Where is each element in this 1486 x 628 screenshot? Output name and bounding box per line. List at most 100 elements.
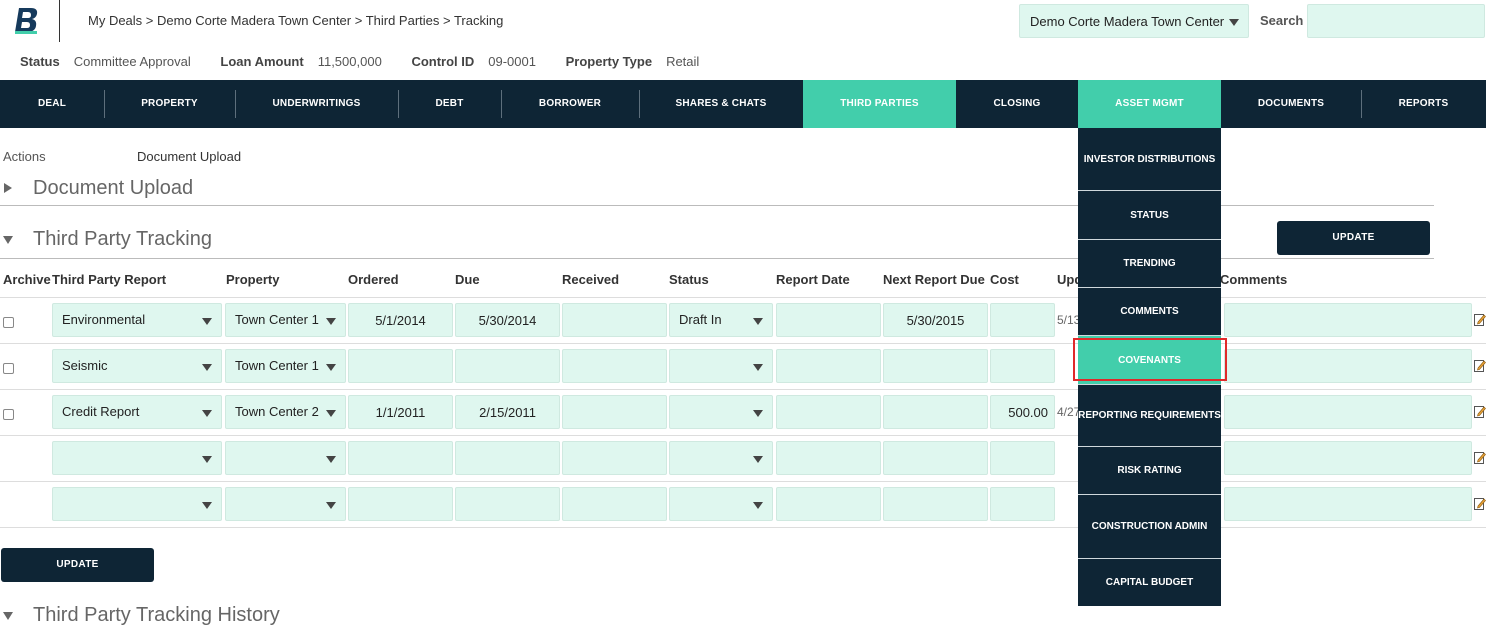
caret-down-icon[interactable] bbox=[3, 612, 13, 620]
update-button-bottom[interactable]: UPDATE bbox=[1, 548, 154, 582]
edit-icon[interactable] bbox=[1474, 359, 1486, 372]
report-select[interactable]: Environmental bbox=[52, 303, 222, 337]
edit-icon[interactable] bbox=[1474, 405, 1486, 418]
nav-property[interactable]: PROPERTY bbox=[104, 80, 235, 128]
ordered-field[interactable] bbox=[348, 487, 453, 521]
property-select[interactable] bbox=[225, 487, 346, 521]
update-button-top[interactable]: UPDATE bbox=[1277, 221, 1430, 255]
nav-closing[interactable]: CLOSING bbox=[956, 80, 1078, 128]
report-select[interactable] bbox=[52, 487, 222, 521]
due-field[interactable] bbox=[455, 487, 560, 521]
report-date-field[interactable] bbox=[776, 441, 881, 475]
chevron-down-icon bbox=[326, 502, 336, 509]
due-field[interactable]: 2/15/2011 bbox=[455, 395, 560, 429]
next-report-due-field[interactable] bbox=[883, 349, 988, 383]
received-field[interactable] bbox=[562, 487, 667, 521]
edit-icon[interactable] bbox=[1474, 497, 1486, 510]
received-field[interactable] bbox=[562, 349, 667, 383]
edit-icon[interactable] bbox=[1474, 451, 1486, 464]
chevron-down-icon bbox=[202, 318, 212, 325]
search-label: Search bbox=[1260, 13, 1304, 28]
received-field[interactable] bbox=[562, 441, 667, 475]
col-status: Status bbox=[669, 272, 709, 287]
cost-field[interactable] bbox=[990, 441, 1055, 475]
nav-underwritings[interactable]: UNDERWRITINGS bbox=[235, 80, 398, 128]
comments-field[interactable] bbox=[1224, 487, 1472, 521]
status-select[interactable] bbox=[669, 395, 773, 429]
nav-borrower[interactable]: BORROWER bbox=[501, 80, 639, 128]
section-document-upload[interactable]: Document Upload bbox=[33, 177, 193, 200]
section-third-party-tracking-history[interactable]: Third Party Tracking History bbox=[33, 604, 280, 627]
status-select[interactable] bbox=[669, 441, 773, 475]
menu-item-status[interactable]: STATUS bbox=[1078, 191, 1221, 240]
search-input[interactable] bbox=[1307, 4, 1485, 38]
caret-down-icon[interactable] bbox=[3, 236, 13, 244]
section-third-party-tracking[interactable]: Third Party Tracking bbox=[33, 228, 212, 251]
breadcrumb[interactable]: My Deals > Demo Corte Madera Town Center… bbox=[88, 13, 503, 28]
caret-right-icon[interactable] bbox=[4, 183, 12, 193]
comments-field[interactable] bbox=[1224, 441, 1472, 475]
received-field[interactable] bbox=[562, 303, 667, 337]
received-field[interactable] bbox=[562, 395, 667, 429]
comments-field[interactable] bbox=[1224, 303, 1472, 337]
ordered-field[interactable] bbox=[348, 349, 453, 383]
next-report-due-field[interactable]: 5/30/2015 bbox=[883, 303, 988, 337]
menu-item-capital-budget[interactable]: CAPITAL BUDGET bbox=[1078, 559, 1221, 606]
cost-field[interactable] bbox=[990, 349, 1055, 383]
report-select[interactable]: Seismic bbox=[52, 349, 222, 383]
nav-debt[interactable]: DEBT bbox=[398, 80, 501, 128]
brand-logo[interactable] bbox=[14, 6, 40, 34]
property-select[interactable]: Town Center 2 bbox=[225, 395, 346, 429]
menu-item-investor-distributions[interactable]: INVESTOR DISTRIBUTIONS bbox=[1078, 128, 1221, 191]
report-select[interactable]: Credit Report bbox=[52, 395, 222, 429]
due-field[interactable] bbox=[455, 349, 560, 383]
report-select[interactable] bbox=[52, 441, 222, 475]
nav-documents[interactable]: DOCUMENTS bbox=[1221, 80, 1361, 128]
report-date-field[interactable] bbox=[776, 395, 881, 429]
status-select[interactable] bbox=[669, 487, 773, 521]
next-report-due-field[interactable] bbox=[883, 487, 988, 521]
property-select[interactable]: Town Center 1 bbox=[225, 303, 346, 337]
edit-icon[interactable] bbox=[1474, 313, 1486, 326]
comments-field[interactable] bbox=[1224, 349, 1472, 383]
status-select[interactable] bbox=[669, 349, 773, 383]
report-value: Environmental bbox=[62, 312, 146, 327]
actions-document-upload[interactable]: Document Upload bbox=[137, 149, 241, 164]
menu-item-comments[interactable]: COMMENTS bbox=[1078, 288, 1221, 336]
nav-shares-chats[interactable]: SHARES & CHATS bbox=[639, 80, 803, 128]
report-date-field[interactable] bbox=[776, 487, 881, 521]
cost-field[interactable]: 500.00 bbox=[990, 395, 1055, 429]
nav-asset-mgmt[interactable]: ASSET MGMT bbox=[1078, 80, 1221, 128]
header-divider bbox=[59, 0, 60, 42]
due-field[interactable] bbox=[455, 441, 560, 475]
next-report-due-field[interactable] bbox=[883, 441, 988, 475]
menu-item-construction-admin[interactable]: CONSTRUCTION ADMIN bbox=[1078, 495, 1221, 559]
ordered-field[interactable]: 5/1/2014 bbox=[348, 303, 453, 337]
menu-item-trending[interactable]: TRENDING bbox=[1078, 240, 1221, 288]
ordered-field[interactable]: 1/1/2011 bbox=[348, 395, 453, 429]
status-value: Draft In bbox=[679, 312, 722, 327]
menu-item-reporting-requirements[interactable]: REPORTING REQUIREMENTS bbox=[1078, 385, 1221, 447]
covenants-highlight-box bbox=[1073, 338, 1227, 381]
archive-checkbox[interactable] bbox=[3, 409, 14, 420]
status-select[interactable]: Draft In bbox=[669, 303, 773, 337]
due-field[interactable]: 5/30/2014 bbox=[455, 303, 560, 337]
archive-checkbox[interactable] bbox=[3, 317, 14, 328]
nav-third-parties[interactable]: THIRD PARTIES bbox=[803, 80, 956, 128]
property-select[interactable]: Town Center 1 bbox=[225, 349, 346, 383]
loan-amount-label: Loan Amount bbox=[220, 54, 304, 69]
report-date-field[interactable] bbox=[776, 303, 881, 337]
nav-deal[interactable]: DEAL bbox=[0, 80, 104, 128]
ordered-field[interactable] bbox=[348, 441, 453, 475]
cost-field[interactable] bbox=[990, 487, 1055, 521]
row-divider bbox=[0, 343, 1486, 344]
archive-checkbox[interactable] bbox=[3, 363, 14, 374]
property-select[interactable] bbox=[225, 441, 346, 475]
menu-item-risk-rating[interactable]: RISK RATING bbox=[1078, 447, 1221, 495]
next-report-due-field[interactable] bbox=[883, 395, 988, 429]
report-date-field[interactable] bbox=[776, 349, 881, 383]
cost-field[interactable] bbox=[990, 303, 1055, 337]
nav-reports[interactable]: REPORTS bbox=[1361, 80, 1486, 128]
comments-field[interactable] bbox=[1224, 395, 1472, 429]
deal-select[interactable]: Demo Corte Madera Town Center bbox=[1019, 4, 1249, 38]
